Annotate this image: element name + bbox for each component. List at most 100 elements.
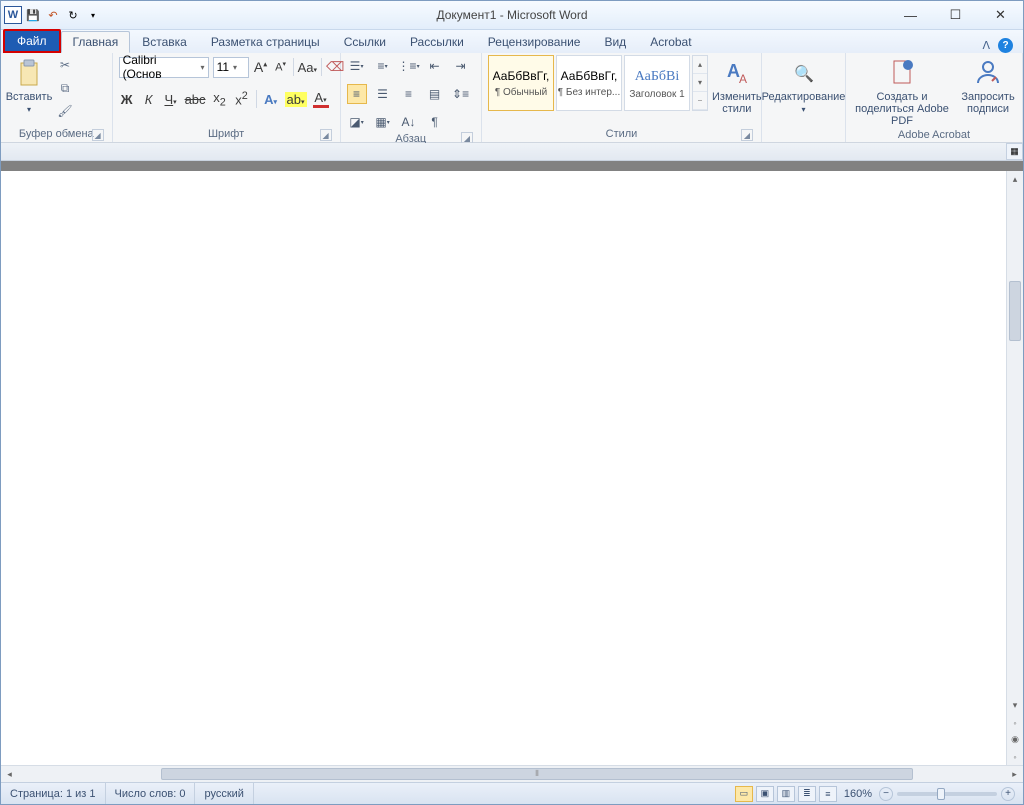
ruler-toggle-icon[interactable]: ▦	[1006, 143, 1023, 160]
highlight-icon[interactable]: ab▾	[285, 92, 307, 107]
group-styles: АаБбВвГг, ¶ Обычный АаБбВвГг, ¶ Без инте…	[482, 53, 762, 142]
zoom-slider[interactable]	[897, 792, 997, 796]
redo-icon[interactable]: ↻	[64, 6, 82, 24]
tab-acrobat[interactable]: Acrobat	[638, 31, 703, 53]
font-launcher[interactable]: ◢	[320, 129, 332, 141]
styles-launcher[interactable]: ◢	[741, 129, 753, 141]
tab-mailings[interactable]: Рассылки	[398, 31, 476, 53]
status-language[interactable]: русский	[195, 783, 253, 804]
grow-font-icon[interactable]: A▴	[253, 59, 269, 75]
style-heading1[interactable]: АаБбВі Заголовок 1	[624, 55, 690, 111]
chevron-down-icon[interactable]: ▾	[693, 74, 707, 92]
help-icon[interactable]: ?	[998, 38, 1013, 53]
tab-review[interactable]: Рецензирование	[476, 31, 593, 53]
qat-dropdown-icon[interactable]: ▾	[84, 6, 102, 24]
align-left-icon[interactable]: ≡	[347, 84, 367, 104]
group-paragraph: ☰▾ ≡▾ ⋮≡▾ ⇤ ⇥ ≡ ☰ ≡ ▤ ⇕≡ ◪▾ ▦▾ A↓ ¶ Абза…	[341, 53, 482, 142]
save-icon[interactable]: 💾	[24, 6, 42, 24]
align-center-icon[interactable]: ☰	[373, 84, 393, 104]
group-font: Calibri (Основ▾ 11▾ A▴ A▾ Aa▾ ⌫ Ж К Ч▾ a…	[113, 53, 341, 142]
cut-icon[interactable]: ✂	[55, 55, 75, 75]
word-app-icon[interactable]: W	[4, 6, 22, 24]
tab-insert[interactable]: Вставка	[130, 31, 199, 53]
document-page[interactable]: ▴ ▾ ◦ ◉ ◦	[1, 171, 1023, 765]
text-effects-icon[interactable]: A▾	[263, 92, 279, 107]
decrease-indent-icon[interactable]: ⇤	[425, 56, 445, 76]
view-print-layout-icon[interactable]: ▭	[735, 786, 753, 802]
shrink-font-icon[interactable]: A▾	[273, 60, 289, 74]
window-title: Документ1 - Microsoft Word	[436, 8, 587, 22]
vertical-scrollbar[interactable]: ▴ ▾ ◦ ◉ ◦	[1006, 171, 1023, 765]
title-bar: W 💾 ↶ ↻ ▾ Документ1 - Microsoft Word — ☐…	[1, 1, 1023, 30]
scroll-right-icon[interactable]: ▸	[1006, 769, 1023, 780]
increase-indent-icon[interactable]: ⇥	[451, 56, 471, 76]
change-styles-button[interactable]: AA Изменить стили	[712, 55, 762, 115]
close-button[interactable]: ✕	[978, 1, 1023, 30]
copy-icon[interactable]: ⧉	[55, 78, 75, 98]
zoom-slider-knob[interactable]	[937, 788, 945, 800]
line-spacing-icon[interactable]: ⇕≡	[451, 84, 471, 104]
undo-icon[interactable]: ↶	[44, 6, 62, 24]
scroll-up-icon[interactable]: ▴	[1007, 171, 1023, 188]
font-color-icon[interactable]: A▾	[313, 90, 329, 108]
clipboard-launcher[interactable]: ◢	[92, 129, 104, 141]
request-signatures-button[interactable]: Запросить подписи	[960, 55, 1016, 115]
view-web-icon[interactable]: ▥	[777, 786, 795, 802]
style-no-spacing[interactable]: АаБбВвГг, ¶ Без интер...	[556, 55, 622, 111]
tab-file[interactable]: Файл	[3, 29, 61, 53]
horizontal-ruler[interactable]: ▦	[1, 143, 1023, 161]
font-name-combo[interactable]: Calibri (Основ▾	[119, 57, 209, 78]
tab-page-layout[interactable]: Разметка страницы	[199, 31, 332, 53]
view-reading-icon[interactable]: ▣	[756, 786, 774, 802]
scroll-left-icon[interactable]: ◂	[1, 769, 18, 780]
status-page[interactable]: Страница: 1 из 1	[1, 783, 106, 804]
sort-icon[interactable]: A↓	[399, 112, 419, 132]
numbering-icon[interactable]: ≡▾	[373, 56, 393, 76]
format-painter-icon[interactable]: 🖌	[55, 101, 75, 121]
status-word-count[interactable]: Число слов: 0	[106, 783, 196, 804]
create-pdf-button[interactable]: Создать и поделиться Adobe PDF	[852, 55, 952, 127]
next-page-icon[interactable]: ◦	[1007, 748, 1023, 765]
bullets-icon[interactable]: ☰▾	[347, 56, 367, 76]
zoom-out-button[interactable]: −	[879, 787, 893, 801]
maximize-button[interactable]: ☐	[933, 1, 978, 30]
chevron-up-icon[interactable]: ▴	[693, 56, 707, 74]
group-editing: 🔍 Редактирование ▾	[762, 53, 846, 142]
editing-button[interactable]: 🔍 Редактирование ▾	[768, 55, 840, 114]
change-case-icon[interactable]: Aa▾	[298, 60, 317, 75]
zoom-level-label[interactable]: 160%	[844, 788, 872, 800]
document-area: ▦ ▴ ▾ ◦ ◉ ◦ ◂ ⦀ ▸	[1, 143, 1023, 782]
tab-references[interactable]: Ссылки	[332, 31, 398, 53]
zoom-in-button[interactable]: +	[1001, 787, 1015, 801]
multilevel-list-icon[interactable]: ⋮≡▾	[399, 56, 419, 76]
tab-home[interactable]: Главная	[61, 31, 131, 53]
style-normal[interactable]: АаБбВвГг, ¶ Обычный	[488, 55, 554, 111]
justify-icon[interactable]: ▤	[425, 84, 445, 104]
view-outline-icon[interactable]: ≣	[798, 786, 816, 802]
bold-button[interactable]: Ж	[119, 92, 135, 107]
font-size-combo[interactable]: 11▾	[213, 57, 249, 78]
styles-expand-icon[interactable]: ⎯	[693, 92, 707, 110]
italic-button[interactable]: К	[141, 92, 157, 107]
borders-icon[interactable]: ▦▾	[373, 112, 393, 132]
align-right-icon[interactable]: ≡	[399, 84, 419, 104]
superscript-button[interactable]: x2	[234, 90, 250, 107]
horizontal-scrollbar[interactable]: ◂ ⦀ ▸	[1, 765, 1023, 782]
window-controls: — ☐ ✕	[888, 1, 1023, 30]
scroll-down-icon[interactable]: ▾	[1007, 697, 1023, 714]
minimize-ribbon-icon[interactable]: ᐱ	[982, 39, 990, 52]
browse-object-icon[interactable]: ◉	[1007, 731, 1023, 748]
view-draft-icon[interactable]: ≡	[819, 786, 837, 802]
strikethrough-button[interactable]: abc	[185, 92, 206, 107]
shading-icon[interactable]: ◪▾	[347, 112, 367, 132]
scroll-thumb-h[interactable]: ⦀	[161, 768, 913, 780]
subscript-button[interactable]: x2	[212, 90, 228, 109]
underline-button[interactable]: Ч▾	[163, 92, 179, 107]
styles-gallery-nav[interactable]: ▴ ▾ ⎯	[692, 55, 708, 111]
tab-view[interactable]: Вид	[592, 31, 638, 53]
paste-button[interactable]: Вставить ▾	[7, 55, 51, 114]
show-marks-icon[interactable]: ¶	[425, 112, 445, 132]
minimize-button[interactable]: —	[888, 1, 933, 30]
scroll-thumb-v[interactable]	[1009, 281, 1021, 341]
prev-page-icon[interactable]: ◦	[1007, 714, 1023, 731]
